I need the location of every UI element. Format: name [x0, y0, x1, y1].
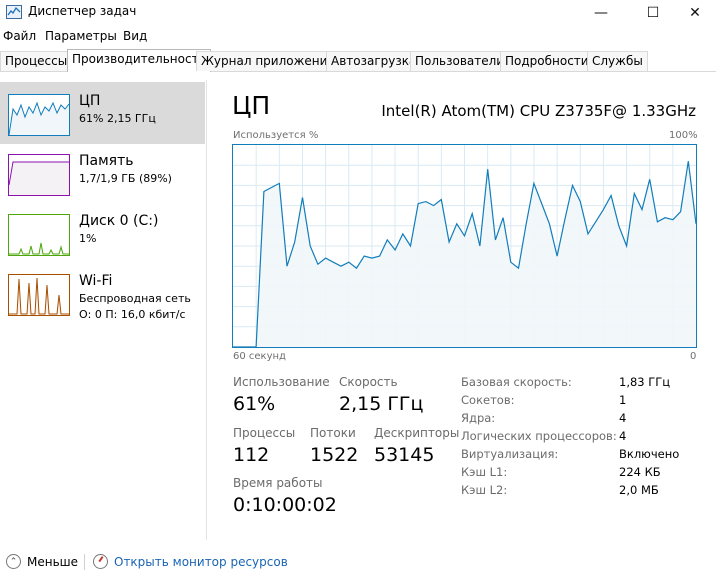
- tab-processes[interactable]: Процессы: [0, 51, 73, 71]
- window-title: Диспетчер задач: [28, 4, 137, 18]
- sidebar-item-title: Диск 0 (C:): [79, 213, 159, 229]
- uptime-value: 0:10:00:02: [233, 494, 337, 516]
- threads-value: 1522: [310, 444, 359, 466]
- spec-label: Кэш L2:: [461, 483, 508, 497]
- handles-value: 53145: [374, 444, 435, 466]
- usage-value: 61%: [233, 393, 276, 415]
- spec-label: Виртуализация:: [461, 447, 559, 461]
- spec-value: 1,83 ГГц: [619, 375, 671, 389]
- close-button[interactable]: ✕: [672, 0, 716, 26]
- minimize-icon: —: [594, 5, 608, 21]
- menu-options[interactable]: Параметры: [45, 29, 117, 43]
- cpu-thumbnail-graph: [8, 94, 70, 136]
- tab-startup[interactable]: Автозагрузка: [326, 51, 422, 71]
- sidebar-item-cpu[interactable]: ЦП 61% 2,15 ГГц: [0, 82, 205, 144]
- speed-label: Скорость: [339, 375, 398, 389]
- resource-sidebar: ЦП 61% 2,15 ГГц Память 1,7/1,9 ГБ (89%) …: [0, 80, 205, 540]
- minimize-button[interactable]: —: [578, 0, 624, 26]
- spec-value: 1: [619, 393, 627, 407]
- tab-services[interactable]: Службы: [587, 51, 648, 71]
- resource-monitor-icon: [93, 554, 108, 569]
- task-manager-icon: [6, 5, 22, 19]
- memory-thumbnail-graph: [8, 154, 70, 196]
- sidebar-item-disk[interactable]: Диск 0 (C:) 1%: [0, 202, 205, 264]
- sidebar-item-title: Wi-Fi: [79, 273, 113, 289]
- menu-bar: Файл Параметры Вид: [0, 26, 716, 48]
- menu-file[interactable]: Файл: [3, 29, 36, 43]
- tab-details[interactable]: Подробности: [500, 51, 594, 71]
- open-resource-monitor-link[interactable]: Открыть монитор ресурсов: [114, 555, 288, 569]
- close-icon: ✕: [689, 5, 701, 21]
- spec-label: Логических процессоров:: [461, 429, 617, 443]
- footer-divider: [84, 554, 85, 570]
- chart-y-label: Используется %: [233, 130, 319, 141]
- wifi-thumbnail-graph: [8, 274, 70, 316]
- tab-performance[interactable]: Производительность: [67, 49, 211, 72]
- tab-app-history[interactable]: Журнал приложений: [196, 51, 341, 71]
- maximize-button[interactable]: ☐: [630, 0, 676, 26]
- tab-users[interactable]: Пользователи: [410, 51, 510, 71]
- spec-value: Включено: [619, 447, 680, 461]
- cpu-usage-chart: [232, 144, 697, 348]
- chevron-up-icon[interactable]: ⌃: [6, 554, 21, 569]
- sidebar-item-wifi[interactable]: Wi-Fi Беспроводная сеть О: 0 П: 16,0 кби…: [0, 262, 205, 324]
- title-bar: Диспетчер задач — ☐ ✕: [0, 0, 716, 26]
- sidebar-item-detail: 1%: [79, 232, 97, 245]
- processes-value: 112: [233, 444, 270, 466]
- cpu-model-name: Intel(R) Atom(TM) CPU Z3735F@ 1.33GHz: [381, 102, 696, 120]
- uptime-label: Время работы: [233, 476, 323, 490]
- menu-view[interactable]: Вид: [123, 29, 147, 43]
- threads-label: Потоки: [310, 426, 356, 440]
- sidebar-item-detail: 61% 2,15 ГГц: [79, 112, 156, 125]
- usage-label: Использование: [233, 375, 330, 389]
- sidebar-item-memory[interactable]: Память 1,7/1,9 ГБ (89%): [0, 142, 205, 204]
- sidebar-item-detail-2: О: 0 П: 16,0 кбит/с: [79, 308, 186, 321]
- footer-bar: ⌃ Меньше Открыть монитор ресурсов: [0, 549, 716, 575]
- cpu-usage-svg: [233, 145, 696, 347]
- spec-value: 4: [619, 429, 627, 443]
- speed-value: 2,15 ГГц: [339, 393, 424, 415]
- processes-label: Процессы: [233, 426, 296, 440]
- sidebar-item-title: ЦП: [79, 93, 101, 109]
- maximize-icon: ☐: [646, 5, 660, 21]
- sidebar-item-detail: 1,7/1,9 ГБ (89%): [79, 172, 172, 185]
- fewer-details-link[interactable]: Меньше: [27, 555, 78, 569]
- spec-value: 4: [619, 411, 627, 425]
- spec-value: 2,0 МБ: [619, 483, 659, 497]
- disk-thumbnail-graph: [8, 214, 70, 256]
- spec-label: Сокетов:: [461, 393, 515, 407]
- spec-label: Базовая скорость:: [461, 375, 572, 389]
- chart-x-right-label: 0: [690, 351, 697, 362]
- spec-label: Ядра:: [461, 411, 496, 425]
- chart-y-max-label: 100%: [669, 130, 698, 141]
- sidebar-item-detail: Беспроводная сеть: [79, 292, 191, 305]
- spec-value: 224 КБ: [619, 465, 661, 479]
- sidebar-item-title: Память: [79, 153, 134, 169]
- panel-divider: [206, 80, 207, 540]
- chart-x-left-label: 60 секунд: [233, 351, 286, 362]
- spec-label: Кэш L1:: [461, 465, 508, 479]
- tab-bar: Процессы Производительность Журнал прило…: [0, 49, 716, 72]
- handles-label: Дескрипторы: [374, 426, 460, 440]
- page-title: ЦП: [232, 91, 271, 120]
